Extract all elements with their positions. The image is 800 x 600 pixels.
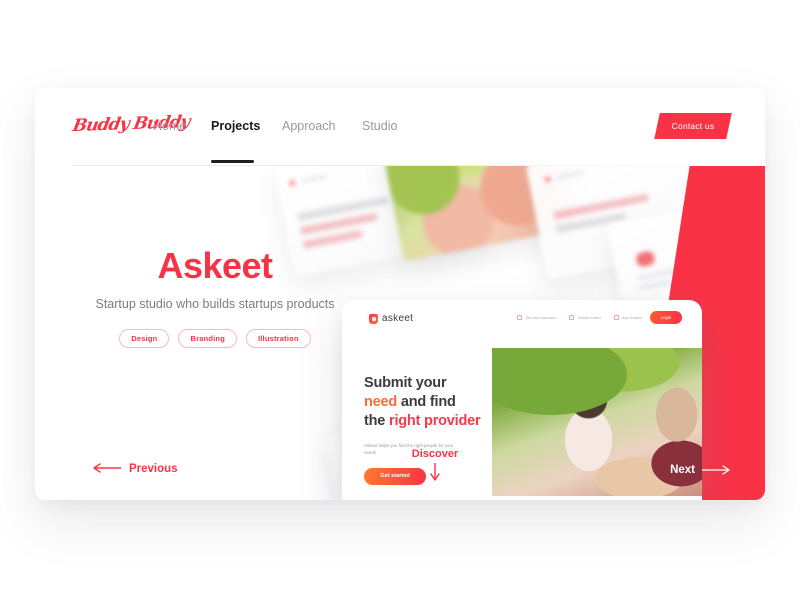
- how-it-works-icon: [613, 315, 619, 320]
- hero-section: Askeet Startup studio who builds startup…: [35, 248, 395, 348]
- tag-design[interactable]: Design: [119, 329, 170, 348]
- tag-list: Design Branding Illustration: [35, 329, 395, 348]
- mockup-headline-line1: Submit your: [362, 374, 449, 394]
- arrow-left-icon: [91, 460, 121, 478]
- mockup-nav-get-new-customers[interactable]: Get new customers: [517, 315, 556, 320]
- mockup-headline-accent-provider: right provider: [389, 413, 481, 430]
- slide-card: Next Askeet Startup studio who builds st…: [35, 88, 765, 500]
- nav-item-projects[interactable]: Projects: [211, 119, 260, 133]
- active-tab-indicator: [211, 160, 254, 163]
- arrow-right-icon: [702, 465, 732, 475]
- discover-label: Discover: [411, 448, 459, 460]
- next-button[interactable]: Next: [670, 464, 732, 476]
- mockup-navbar: askeet Get new customers Submit a need H…: [342, 300, 702, 338]
- mockup-nav-links: Get new customers Submit a need How it w…: [517, 315, 642, 320]
- hero-subtitle: Startup studio who builds startups produ…: [95, 297, 335, 311]
- nav-item-studio[interactable]: Studio: [362, 119, 397, 133]
- next-label: Next: [670, 464, 695, 476]
- site-header: Buddy Buddy Home Projects Approach Studi…: [35, 88, 765, 166]
- need-icon: [569, 315, 575, 320]
- nav-item-approach[interactable]: Approach: [282, 119, 336, 133]
- previous-button[interactable]: Previous: [91, 460, 178, 478]
- nav-item-home[interactable]: Home: [153, 119, 186, 133]
- mockup-nav-label: Get new customers: [525, 315, 557, 320]
- mockup-login-button[interactable]: Login: [650, 311, 682, 324]
- page-root: Next Askeet Startup studio who builds st…: [0, 0, 800, 600]
- mockup-headline-line2-rest: and find: [400, 394, 456, 411]
- tag-illustration[interactable]: Illustration: [245, 329, 311, 348]
- page-title: Askeet: [157, 245, 273, 286]
- brand-logo[interactable]: Buddy Buddy: [70, 109, 191, 141]
- previous-label: Previous: [129, 463, 178, 475]
- tag-branding[interactable]: Branding: [178, 329, 237, 348]
- mockup-headline: Submit your need and find the right prov…: [362, 374, 557, 432]
- discover-button[interactable]: Discover: [375, 448, 495, 488]
- mockup-headline-accent-need: need: [364, 394, 398, 411]
- mockup-nav-how-it-works[interactable]: How it works: [613, 315, 642, 320]
- header-divider: [73, 165, 727, 166]
- contact-us-label: Contact us: [671, 121, 715, 131]
- contact-us-button[interactable]: Contact us: [654, 113, 732, 139]
- customers-icon: [517, 315, 523, 320]
- mockup-nav-label: Submit a need: [577, 315, 601, 320]
- mockup-nav-label: How it works: [621, 315, 642, 320]
- mockup-headline-line3-prefix: the: [364, 413, 386, 430]
- arrow-down-icon: [375, 463, 495, 488]
- mockup-nav-submit-a-need[interactable]: Submit a need: [569, 315, 601, 320]
